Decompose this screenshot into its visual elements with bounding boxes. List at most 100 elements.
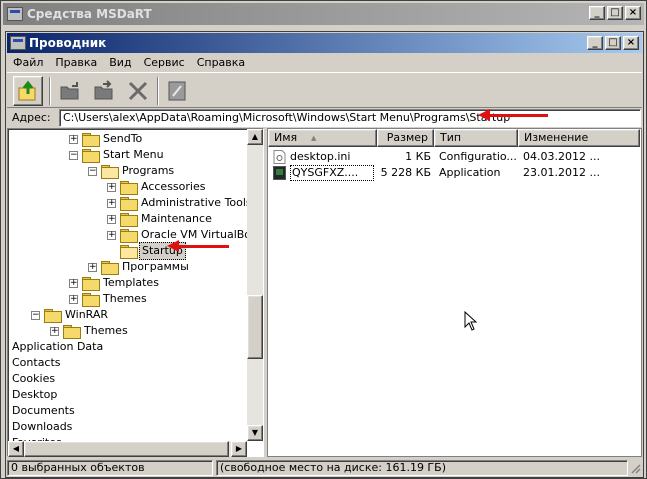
tree-hscroll-thumb[interactable] <box>24 441 229 457</box>
tree-item[interactable]: + Administrative Tools <box>107 195 254 211</box>
tree-item[interactable]: + Maintenance <box>107 211 214 227</box>
msdart-title: Средства MSDaRT <box>27 7 152 21</box>
mouse-cursor-icon <box>464 311 478 331</box>
file-modified: 23.01.2012 ... <box>523 166 600 179</box>
expand-icon[interactable]: + <box>107 198 116 208</box>
column-size[interactable]: Размер <box>377 129 434 147</box>
tree-item-label: Cookies <box>12 372 56 385</box>
resize-grip-icon[interactable] <box>629 461 641 475</box>
file-size: 5 228 КБ <box>380 166 431 179</box>
tree-scroll-down-button[interactable]: ▼ <box>247 425 263 441</box>
tree-scroll-left-button[interactable]: ◀ <box>8 441 24 457</box>
file-row[interactable]: QYSGFXZ.... 5 228 КБ Application 23.01.2012… <box>268 165 640 181</box>
explorer-minimize-button[interactable]: _ <box>587 36 603 50</box>
tree-item[interactable]: − Programs <box>88 163 176 179</box>
tree-item[interactable]: Desktop <box>10 387 59 403</box>
expand-icon[interactable]: + <box>69 134 78 144</box>
tree-item[interactable]: + Программы <box>88 259 191 275</box>
tree-scroll-thumb[interactable] <box>247 295 263 359</box>
tree-item[interactable]: + Oracle VM VirtualBox Gue <box>107 227 263 243</box>
expand-icon[interactable]: + <box>107 214 116 224</box>
address-input[interactable]: C:\Users\alex\AppData\Roaming\Microsoft\… <box>59 109 641 127</box>
close-button[interactable]: × <box>625 6 641 20</box>
tree-item-label: Программы <box>122 260 189 273</box>
move-to-icon <box>94 80 113 100</box>
collapse-icon[interactable]: − <box>88 166 97 176</box>
folder-icon <box>120 197 138 211</box>
folder-icon <box>120 213 138 227</box>
tree-item[interactable]: − Start Menu <box>69 147 166 163</box>
expand-icon[interactable]: + <box>50 326 59 336</box>
expand-icon[interactable]: + <box>69 294 78 304</box>
collapse-icon[interactable]: − <box>69 150 78 160</box>
tree-item[interactable]: + SendTo <box>69 131 144 147</box>
folder-icon <box>82 133 100 147</box>
menu-view[interactable]: Вид <box>103 54 137 72</box>
folder-open-icon <box>101 165 119 179</box>
file-modified: 04.03.2012 ... <box>523 150 600 163</box>
file-list[interactable]: Имя ▲ Размер Тип Изменение desktop.ini 1 … <box>267 128 642 457</box>
annotation-arrow-startup <box>167 240 229 252</box>
tree-item[interactable]: Documents <box>10 403 77 419</box>
tree-item-label: Accessories <box>141 180 206 193</box>
tree-item[interactable]: + Themes <box>69 291 149 307</box>
folder-icon <box>82 277 100 291</box>
delete-button[interactable] <box>123 76 153 106</box>
tree-horizontal-scrollbar[interactable]: ◀ ▶ <box>8 441 247 457</box>
annotation-arrow-address <box>478 109 548 121</box>
tree-item[interactable]: + Themes <box>50 323 130 339</box>
menu-help[interactable]: Справка <box>191 54 251 72</box>
explorer-app-icon <box>10 36 26 50</box>
column-name[interactable]: Имя ▲ <box>268 129 377 147</box>
explorer-title-bar[interactable]: Проводник _ □ × <box>7 33 642 53</box>
file-size: 1 КБ <box>405 150 431 163</box>
column-type[interactable]: Тип <box>434 129 518 147</box>
tree-item-label: Documents <box>12 404 75 417</box>
tree-vertical-scrollbar[interactable]: ▲ ▼ <box>247 129 263 441</box>
tree-item[interactable]: Application Data <box>10 339 105 355</box>
menu-tools[interactable]: Сервис <box>138 54 191 72</box>
copy-to-icon <box>60 82 79 100</box>
tree-item[interactable]: − WinRAR <box>31 307 110 323</box>
tree-item[interactable]: Cookies <box>10 371 57 387</box>
delete-icon <box>128 81 148 101</box>
expand-icon[interactable]: + <box>88 262 97 272</box>
column-modified[interactable]: Изменение <box>518 129 640 147</box>
tree-item[interactable]: Downloads <box>10 419 74 435</box>
file-type: Configuratio... <box>439 150 517 163</box>
properties-button[interactable] <box>162 76 192 106</box>
msdart-title-bar[interactable]: Средства MSDaRT _ □ × <box>3 3 644 25</box>
tree-scroll-right-button[interactable]: ▶ <box>231 441 247 457</box>
msdart-app-icon <box>7 7 23 21</box>
expand-icon[interactable]: + <box>107 230 116 240</box>
folder-icon <box>120 181 138 195</box>
menu-edit[interactable]: Правка <box>49 54 103 72</box>
explorer-close-button[interactable]: × <box>623 36 639 50</box>
tree-scroll-up-button[interactable]: ▲ <box>247 129 263 145</box>
application-icon <box>273 166 286 180</box>
tree-item-label: Maintenance <box>141 212 212 225</box>
file-row[interactable]: desktop.ini 1 КБ Configuratio... 04.03.2012… <box>268 149 640 165</box>
menu-file[interactable]: Файл <box>7 54 49 72</box>
tree-item[interactable]: + Templates <box>69 275 161 291</box>
folder-icon <box>101 261 119 275</box>
tree-item[interactable]: Contacts <box>10 355 63 371</box>
tree-item-label: Themes <box>84 324 128 337</box>
move-to-button[interactable] <box>89 76 119 106</box>
expand-icon[interactable]: + <box>69 278 78 288</box>
collapse-icon[interactable]: − <box>31 310 40 320</box>
status-free-space: (свободное место на диске: 161.19 ГБ) <box>216 460 628 476</box>
expand-icon[interactable]: + <box>107 182 116 192</box>
tree-item[interactable]: + Accessories <box>107 179 207 195</box>
maximize-button[interactable]: □ <box>607 6 623 20</box>
explorer-maximize-button[interactable]: □ <box>605 36 621 50</box>
folder-tree[interactable]: + SendTo − Start Menu − Programs + Accessories +… <box>7 128 264 457</box>
address-bar: Адрес: C:\Users\alex\AppData\Roaming\Mic… <box>7 109 642 127</box>
minimize-button[interactable]: _ <box>589 6 605 20</box>
tree-item-label: Application Data <box>12 340 104 353</box>
column-name-label: Имя <box>274 131 298 144</box>
copy-to-button[interactable] <box>55 76 85 106</box>
file-type: Application <box>439 166 501 179</box>
up-folder-button[interactable] <box>13 76 43 106</box>
